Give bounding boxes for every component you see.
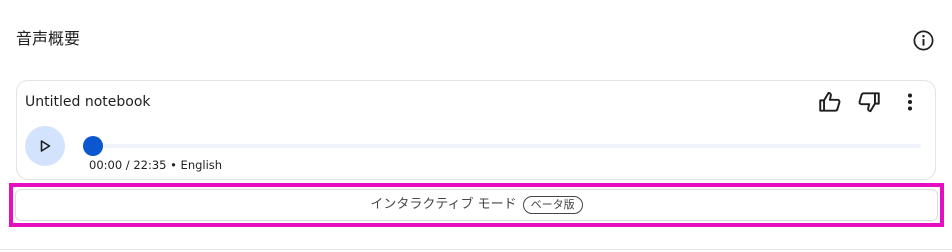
time-info: 00:00 / 22:35 • English xyxy=(89,158,223,172)
progress-track[interactable] xyxy=(83,144,921,148)
thumb-down-icon xyxy=(856,89,882,115)
beta-badge: ベータ版 xyxy=(522,196,583,214)
notebook-title: Untitled notebook xyxy=(25,94,151,110)
more-options-button[interactable] xyxy=(897,89,923,115)
section-title: 音声概要 xyxy=(16,29,81,48)
audio-player-card: Untitled notebook 00:00 / 22:35 • Englis… xyxy=(16,80,936,180)
more-vert-icon xyxy=(897,89,923,115)
interactive-mode-button[interactable]: インタラクティブ モード ベータ版 xyxy=(15,189,938,221)
play-button[interactable] xyxy=(25,126,65,166)
thumb-up-button[interactable] xyxy=(817,89,843,115)
info-icon xyxy=(912,29,935,52)
play-icon xyxy=(25,139,65,153)
divider xyxy=(0,249,952,250)
thumb-up-icon xyxy=(817,89,843,115)
info-button[interactable] xyxy=(912,29,935,52)
progress-slider-thumb[interactable] xyxy=(83,136,103,156)
interactive-mode-label: インタラクティブ モード xyxy=(370,197,517,212)
thumb-down-button[interactable] xyxy=(856,89,882,115)
audio-overview-panel: 音声概要 Untitled notebook 00:00 / 22:35 • E… xyxy=(0,0,952,252)
